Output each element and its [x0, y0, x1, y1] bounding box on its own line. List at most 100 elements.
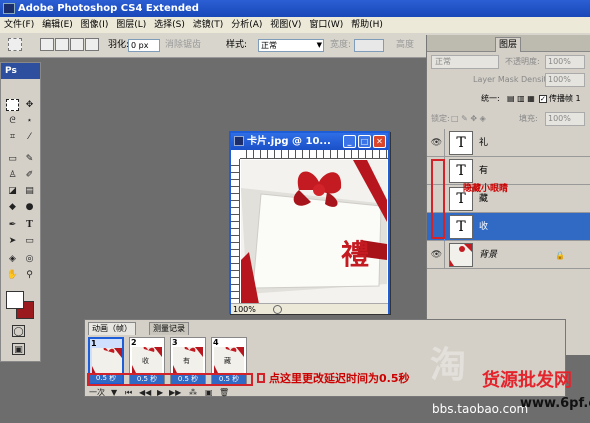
duplicate-frame-icon[interactable]: ▣ [205, 388, 213, 397]
opacity-label: 不透明度: [505, 57, 540, 66]
close-button[interactable]: ✕ [373, 135, 386, 148]
quick-mask-icon[interactable]: ◯ [12, 325, 25, 337]
eye-icon[interactable]: 👁 [429, 129, 445, 157]
layer-row[interactable]: T 藏 [427, 185, 590, 213]
menu-select[interactable]: 选择(S) [153, 20, 186, 30]
eraser-tool-icon[interactable]: ◪ [6, 185, 19, 197]
lasso-tool-icon[interactable]: ᘓ [6, 115, 19, 127]
layers-panel: 图层 正常 不透明度: 100% Layer Mask Density 100%… [426, 35, 590, 355]
screen-mode-icon[interactable]: ▣ [12, 343, 25, 355]
taobao-watermark-glyph: 淘 [430, 345, 467, 386]
clone-stamp-icon[interactable]: ♙ [6, 169, 19, 181]
new-selection-icon[interactable] [40, 38, 54, 51]
hand-tool-icon[interactable]: ✋ [6, 269, 19, 281]
add-selection-icon[interactable] [55, 38, 69, 51]
eyedropper-tool-icon[interactable]: ⁄ [23, 131, 36, 143]
3d-orbit-icon[interactable]: ◎ [23, 253, 36, 265]
dodge-tool-icon[interactable]: ● [23, 201, 36, 213]
frame-number: 1 [91, 339, 97, 348]
loop-select[interactable]: 一次 [89, 388, 105, 397]
menu-layer[interactable]: 图层(L) [115, 20, 147, 30]
layer-row-selected[interactable]: T 收 [427, 213, 590, 241]
document-title-bar[interactable]: 卡片.jpg @ 10... _ □ ✕ [231, 133, 388, 150]
healing-brush-icon[interactable]: ▭ [6, 153, 19, 165]
layer-name: 礼 [479, 138, 489, 148]
intersect-selection-icon[interactable] [85, 38, 99, 51]
history-brush-icon[interactable]: ✐ [23, 169, 36, 181]
menu-analysis[interactable]: 分析(A) [230, 20, 263, 30]
horizontal-ruler [240, 150, 388, 159]
tab-animation[interactable]: 动画（帧） [88, 322, 136, 335]
previous-frame-icon[interactable]: ◀◀ [139, 388, 151, 397]
path-select-icon[interactable]: ➤ [6, 235, 19, 247]
menu-help[interactable]: 帮助(H) [350, 20, 384, 30]
layer-row[interactable]: T 有 [427, 157, 590, 185]
crop-tool-icon[interactable]: ⌗ [6, 131, 19, 143]
delete-frame-icon[interactable]: 🗑 [219, 388, 229, 397]
zoom-tool-icon[interactable]: ⚲ [23, 269, 36, 281]
menu-image[interactable]: 图像(I) [80, 20, 110, 30]
blur-tool-icon[interactable]: ◆ [6, 201, 19, 213]
play-icon[interactable]: ▶ [157, 388, 163, 397]
unify-icons[interactable]: ▤ ▥ ▦ [507, 91, 535, 107]
lock-label: 锁定: [431, 114, 450, 123]
tab-measurement-log[interactable]: 测量记录 [149, 322, 189, 335]
pen-tool-icon[interactable]: ✒ [6, 219, 19, 231]
chevron-down-icon[interactable]: ▼ [111, 388, 117, 397]
menu-filter[interactable]: 滤镜(T) [192, 20, 225, 30]
frame-thumbnail: 有 [173, 346, 203, 373]
move-tool-icon[interactable]: ✥ [23, 99, 36, 111]
background-layer-thumbnail [449, 243, 473, 267]
tab-layers[interactable]: 图层 [495, 37, 521, 52]
menu-bar: 文件(F) 编辑(E) 图像(I) 图层(L) 选择(S) 滤镜(T) 分析(A… [0, 17, 590, 33]
height-label: 高度 [396, 40, 415, 50]
fill-input[interactable]: 100% [545, 112, 585, 126]
next-frame-icon[interactable]: ▶▶ [169, 388, 181, 397]
lock-icon: 🔒 [555, 251, 565, 260]
minimize-button[interactable]: _ [343, 135, 356, 148]
propagate-label: 传播帧 1 [549, 94, 581, 103]
text-layer-thumbnail: T [449, 215, 473, 239]
width-label: 宽度: [330, 40, 352, 50]
foreground-color-swatch[interactable] [6, 291, 24, 309]
layer-row[interactable]: 👁 T 礼 [427, 129, 590, 157]
width-input[interactable] [354, 39, 384, 52]
layer-name: 背景 [479, 250, 498, 260]
style-select[interactable]: 正常 ▼ [258, 39, 324, 52]
opacity-input[interactable]: 100% [545, 55, 585, 69]
feather-label: 羽化: [108, 40, 130, 50]
marquee-tool-icon[interactable] [6, 99, 19, 111]
menu-window[interactable]: 窗口(W) [308, 20, 344, 30]
tween-icon[interactable]: ⁂ [189, 388, 197, 397]
menu-edit[interactable]: 编辑(E) [41, 20, 74, 30]
document-status-bar: 100% [231, 303, 388, 314]
first-frame-icon[interactable]: ⏮ [125, 388, 132, 397]
maximize-button[interactable]: □ [358, 135, 371, 148]
frame-thumbnail: 收 [132, 346, 162, 373]
magic-wand-icon[interactable]: ⋆ [23, 115, 36, 127]
delay-annotation: 点这里更改延迟时间为0.5秒 [269, 372, 410, 385]
layer-row[interactable]: 👁 背景 🔒 [427, 241, 590, 269]
feather-input[interactable]: 0 px [128, 39, 160, 52]
antialias-checkbox[interactable]: 消除锯齿 [165, 33, 201, 58]
blend-mode-select[interactable]: 正常 [431, 55, 499, 69]
menu-file[interactable]: 文件(F) [3, 20, 35, 30]
hidden-eyes-annotation-box [431, 159, 445, 239]
subtract-selection-icon[interactable] [70, 38, 84, 51]
brush-tool-icon[interactable]: ✎ [23, 153, 36, 165]
status-icon[interactable] [273, 305, 282, 314]
text-layer-thumbnail: T [449, 159, 473, 183]
3d-rotate-icon[interactable]: ◈ [6, 253, 19, 265]
type-tool-icon[interactable]: T [23, 219, 36, 231]
rect-marquee-icon[interactable] [8, 38, 22, 51]
delay-annotation-marker [257, 373, 265, 383]
site-watermark: 货源批发网 [482, 370, 572, 391]
gradient-tool-icon[interactable]: ▤ [23, 185, 36, 197]
lock-icons[interactable]: □ ✎ ✥ ◈ [451, 111, 486, 127]
hidden-eyes-annotation: 隐藏小眼睛 [463, 184, 509, 194]
eye-icon[interactable]: 👁 [429, 241, 445, 269]
shape-tool-icon[interactable]: ▭ [23, 235, 36, 247]
mask-density-input[interactable]: 100% [545, 73, 585, 87]
propagate-checkbox[interactable]: ✓ [539, 95, 547, 103]
menu-view[interactable]: 视图(V) [269, 20, 302, 30]
